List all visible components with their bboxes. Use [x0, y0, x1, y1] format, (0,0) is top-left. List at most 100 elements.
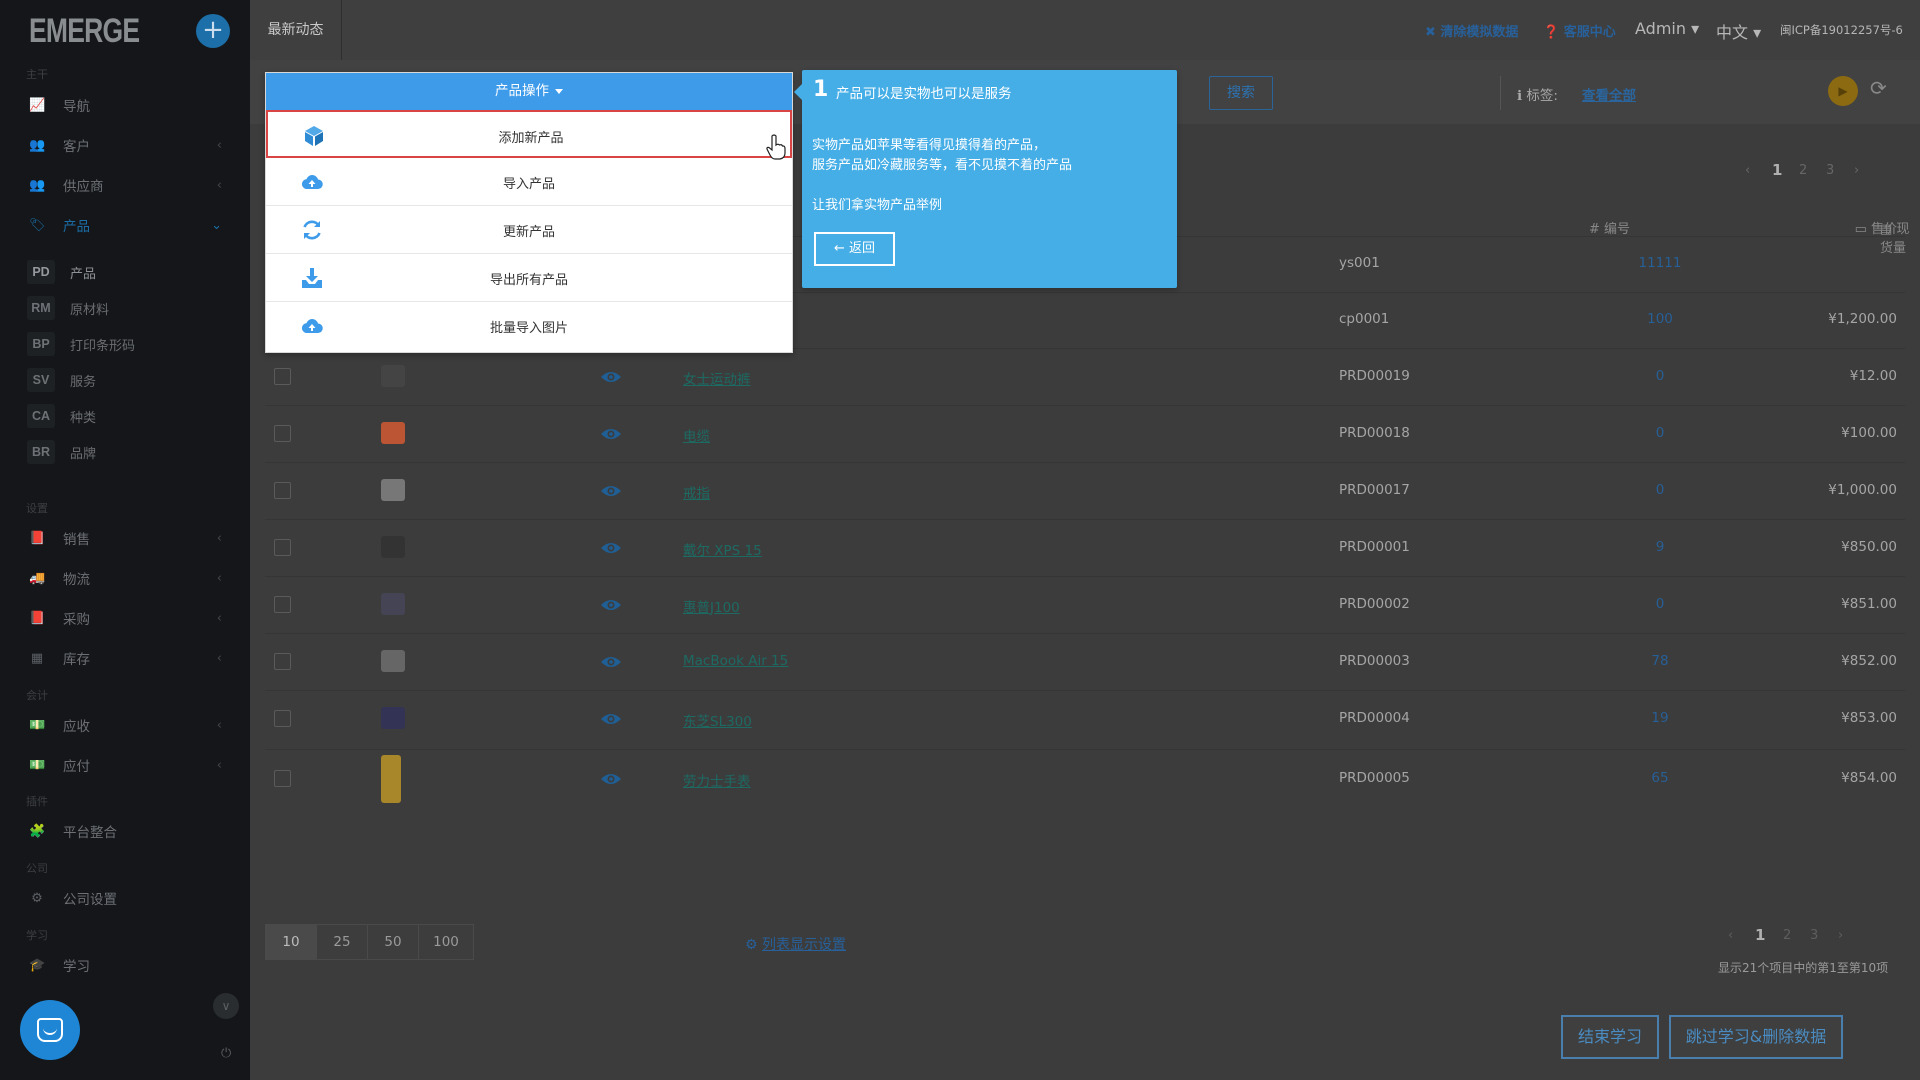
sidebar-item-services[interactable]: SV 服务	[0, 362, 250, 398]
refresh-icon[interactable]: ⟳	[1870, 76, 1887, 100]
page-3[interactable]: 3	[1810, 928, 1818, 943]
nav-sales[interactable]: 📕 销售 ‹	[0, 518, 250, 558]
product-name-link[interactable]: 戒指	[683, 482, 710, 502]
book-icon: 📕	[29, 610, 46, 626]
nav-company-settings[interactable]: ⚙ 公司设置	[0, 878, 250, 918]
next-page-icon[interactable]: ›	[1854, 163, 1859, 178]
product-stock[interactable]: 9	[1630, 539, 1690, 555]
page-1[interactable]: 1	[1755, 926, 1765, 944]
eye-icon[interactable]	[600, 712, 622, 726]
eye-icon[interactable]	[600, 541, 622, 555]
product-name-link[interactable]: 电缆	[683, 425, 710, 445]
row-checkbox[interactable]	[274, 710, 291, 727]
page-size-25[interactable]: 25	[316, 924, 368, 960]
product-name-link[interactable]: 戴尔 XPS 15	[683, 539, 762, 559]
product-stock[interactable]: 65	[1630, 770, 1690, 786]
next-page-icon[interactable]: ›	[1838, 928, 1843, 943]
menu-item-add-product[interactable]: 添加新产品	[266, 110, 792, 158]
back-button[interactable]: ← 返回	[814, 232, 895, 266]
product-stock[interactable]: 0	[1630, 596, 1690, 612]
tab-latest-news[interactable]: 最新动态	[250, 0, 342, 60]
search-button[interactable]: 搜索	[1209, 76, 1273, 110]
page-size-100[interactable]: 100	[418, 924, 474, 960]
page-1[interactable]: 1	[1772, 161, 1782, 179]
clear-demo-data-link[interactable]: ✖ 清除模拟数据	[1425, 21, 1518, 40]
row-checkbox[interactable]	[274, 367, 291, 385]
menu-item-export-all-products[interactable]: 导出所有产品	[266, 254, 792, 302]
nav-learning[interactable]: 🎓 学习	[0, 945, 250, 985]
chat-button[interactable]	[20, 1000, 80, 1060]
nav-payable[interactable]: 💵 应付 ‹	[0, 745, 250, 785]
play-icon[interactable]: ▶	[1828, 76, 1858, 106]
product-name-link[interactable]: 劳力士手表	[683, 770, 751, 790]
language-menu[interactable]: 中文 ▾	[1716, 19, 1761, 43]
row-checkbox[interactable]	[274, 595, 291, 613]
language-label: 中文	[1716, 23, 1749, 42]
eye-icon[interactable]	[600, 427, 622, 441]
collapse-sidebar-button[interactable]: ∨	[213, 993, 239, 1019]
product-name-link[interactable]: 女士运动裤	[683, 368, 751, 388]
page-2[interactable]: 2	[1783, 928, 1791, 943]
nav-platform[interactable]: 🧩 平台整合	[0, 811, 250, 851]
nav-purchasing[interactable]: 📕 采购 ‹	[0, 598, 250, 638]
product-stock[interactable]: 19	[1630, 710, 1690, 726]
power-icon[interactable]: ⏻	[221, 1046, 231, 1061]
sidebar-item-barcode[interactable]: BP 打印条形码	[0, 326, 250, 362]
menu-item-batch-import-images[interactable]: 批量导入图片	[266, 302, 792, 350]
nav-products[interactable]: 🏷 产品 ⌄	[0, 205, 250, 245]
icp-license[interactable]: 闽ICP备19012257号-6	[1780, 22, 1903, 38]
column-header-code[interactable]: # 编号	[1589, 218, 1630, 237]
column-header-price[interactable]: ▭ 售价	[1855, 218, 1897, 237]
page-size-50[interactable]: 50	[367, 924, 419, 960]
product-price: ¥100.00	[1841, 424, 1897, 441]
sub-label: 产品	[70, 266, 97, 282]
eye-icon[interactable]	[600, 484, 622, 498]
product-stock[interactable]: 0	[1630, 425, 1690, 441]
product-stock[interactable]: 78	[1630, 653, 1690, 669]
prev-page-icon[interactable]: ‹	[1728, 928, 1733, 943]
sidebar-item-raw-materials[interactable]: RM 原材料	[0, 290, 250, 326]
nav-receivable[interactable]: 💵 应收 ‹	[0, 705, 250, 745]
page-size-10[interactable]: 10	[265, 924, 317, 960]
nav-logistics[interactable]: 🚚 物流 ‹	[0, 558, 250, 598]
nav-inventory[interactable]: ▦ 库存 ‹	[0, 638, 250, 678]
quick-add-button[interactable]: +	[196, 14, 230, 48]
product-stock[interactable]: 11111	[1630, 255, 1690, 271]
menu-item-update-products[interactable]: 更新产品	[266, 206, 792, 254]
eye-icon[interactable]	[600, 772, 622, 786]
page-2[interactable]: 2	[1799, 163, 1807, 178]
sidebar-item-products[interactable]: PD 产品	[0, 254, 250, 290]
product-name-link[interactable]: 惠普J100	[683, 596, 740, 616]
nav-suppliers[interactable]: 👥 供应商 ‹	[0, 165, 250, 205]
nav-label: 客户	[63, 139, 90, 155]
eye-icon[interactable]	[600, 655, 622, 669]
product-name-link[interactable]: MacBook Air 15	[683, 653, 788, 669]
product-actions-button[interactable]: 产品操作	[266, 73, 792, 110]
row-checkbox[interactable]	[274, 770, 291, 787]
product-stock[interactable]: 0	[1630, 368, 1690, 384]
sidebar-item-categories[interactable]: CA 种类	[0, 398, 250, 434]
view-all-tags-link[interactable]: 查看全部	[1582, 84, 1636, 104]
nav-customers[interactable]: 👥 客户 ‹	[0, 125, 250, 165]
row-checkbox[interactable]	[274, 538, 291, 556]
prev-page-icon[interactable]: ‹	[1745, 163, 1750, 178]
skip-tutorial-delete-data-button[interactable]: 跳过学习&删除数据	[1669, 1015, 1843, 1059]
sidebar-item-brands[interactable]: BR 品牌	[0, 434, 250, 470]
product-stock[interactable]: 0	[1630, 482, 1690, 498]
list-display-settings-link[interactable]: ⚙ 列表显示设置	[745, 934, 846, 954]
end-tutorial-button[interactable]: 结束学习	[1561, 1015, 1659, 1059]
page-3[interactable]: 3	[1826, 163, 1834, 178]
help-center-link[interactable]: ❓ 客服中心	[1543, 21, 1616, 40]
eye-icon[interactable]	[600, 598, 622, 612]
nav-dashboard[interactable]: 📈 导航	[0, 85, 250, 125]
row-checkbox[interactable]	[274, 481, 291, 499]
product-name-link[interactable]: 东芝SL300	[683, 710, 752, 730]
product-stock[interactable]: 100	[1630, 311, 1690, 327]
row-checkbox[interactable]	[274, 652, 291, 670]
app-logo[interactable]: EMERGE	[29, 12, 140, 51]
nav-label: 应收	[63, 719, 90, 735]
user-menu[interactable]: Admin ▾	[1635, 19, 1699, 38]
eye-icon[interactable]	[600, 370, 622, 384]
row-checkbox[interactable]	[274, 424, 291, 442]
menu-item-import-products[interactable]: 导入产品	[266, 158, 792, 206]
